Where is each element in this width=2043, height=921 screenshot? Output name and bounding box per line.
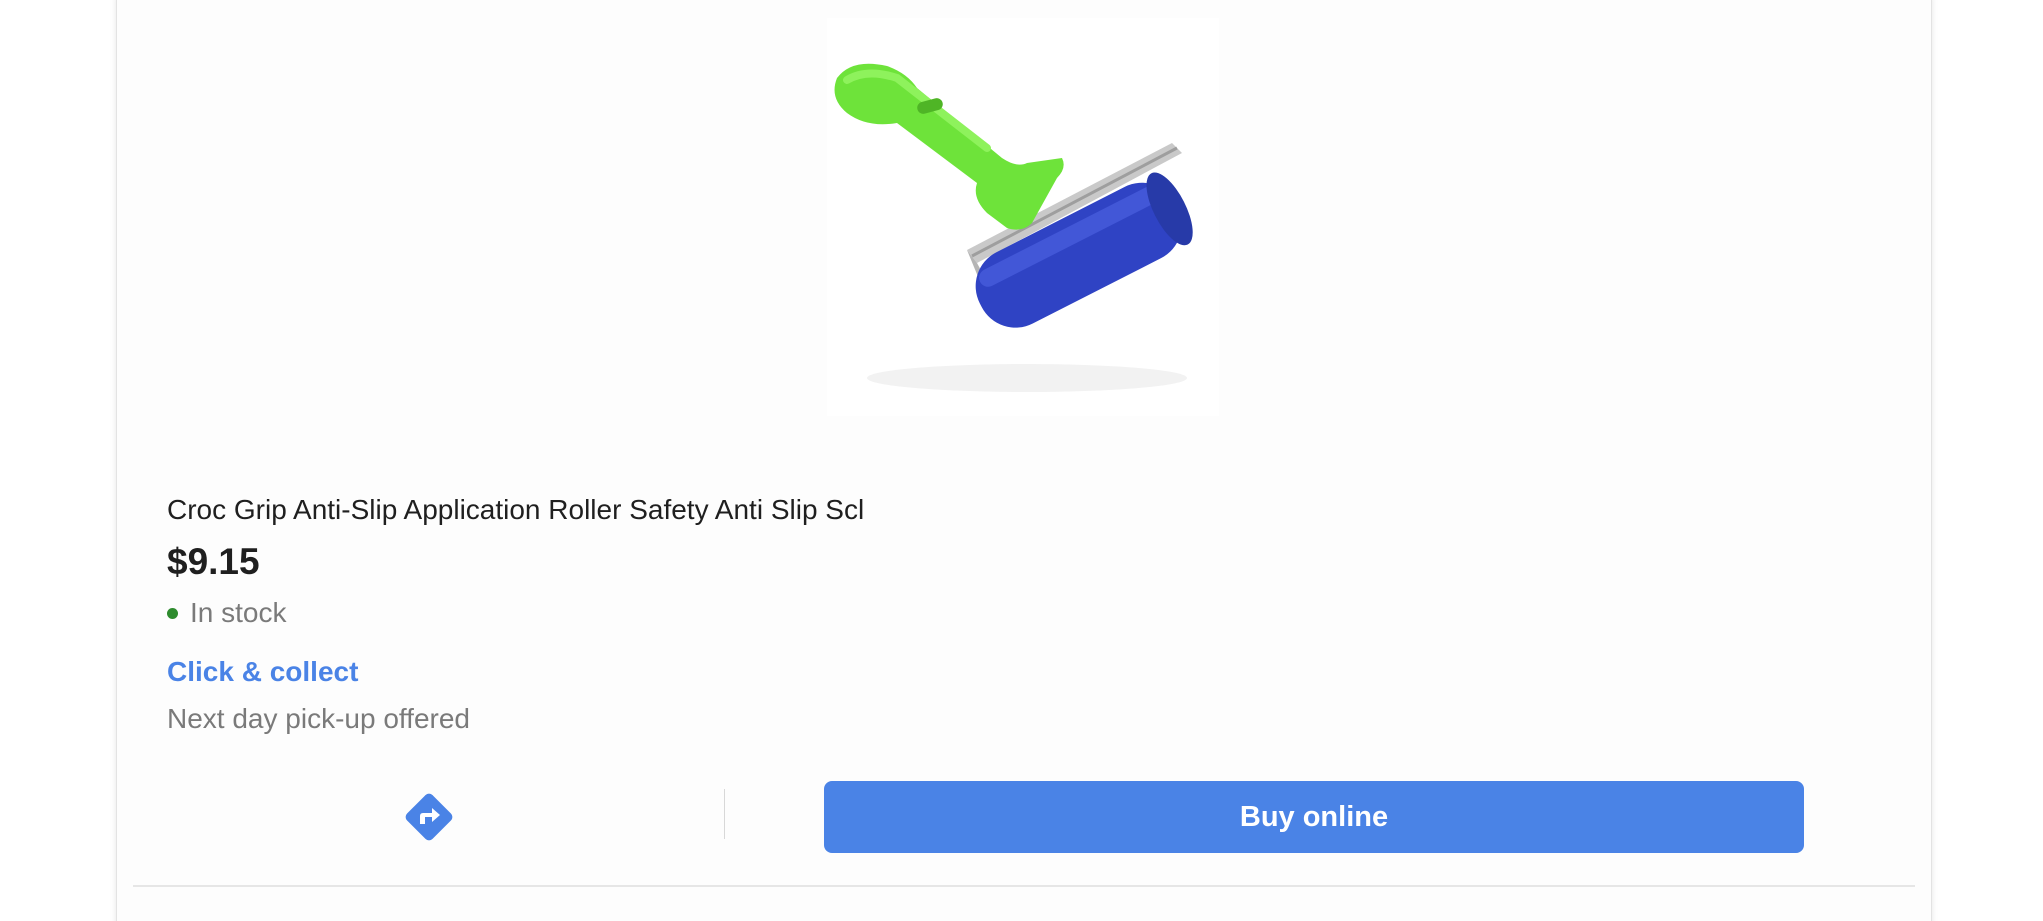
- product-title[interactable]: Croc Grip Anti-Slip Application Roller S…: [167, 494, 864, 526]
- card-bottom-divider: [133, 885, 1915, 887]
- directions-button[interactable]: [402, 790, 456, 844]
- click-collect-link[interactable]: Click & collect: [167, 656, 358, 688]
- stock-status: In stock: [167, 597, 286, 629]
- stock-status-label: In stock: [190, 597, 287, 628]
- product-image[interactable]: [827, 18, 1219, 416]
- pickup-note: Next day pick-up offered: [167, 703, 470, 734]
- page: Croc Grip Anti-Slip Application Roller S…: [0, 0, 2043, 921]
- product-price: $9.15: [167, 541, 260, 582]
- stock-status-dot: [167, 607, 178, 619]
- directions-icon: [405, 793, 453, 841]
- action-divider: [724, 789, 725, 839]
- buy-online-button[interactable]: Buy online: [824, 781, 1804, 853]
